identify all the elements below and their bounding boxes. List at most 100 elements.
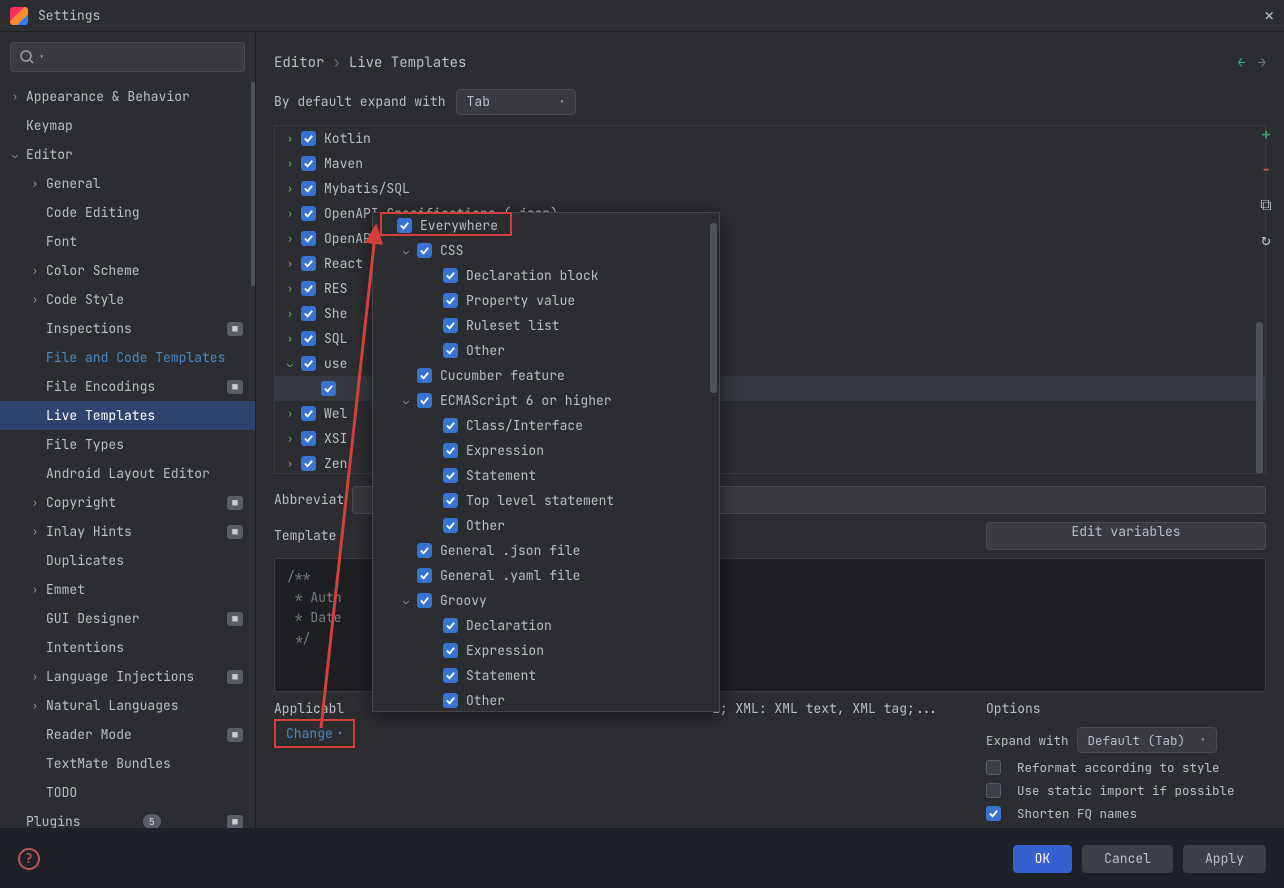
context-item[interactable]: Other	[373, 513, 719, 538]
sidebar-item[interactable]: Code Editing	[0, 198, 255, 227]
sidebar-item[interactable]: ›Emmet	[0, 575, 255, 604]
checkbox[interactable]	[417, 368, 432, 383]
checkbox[interactable]	[443, 493, 458, 508]
static-import-checkbox[interactable]	[986, 783, 1001, 798]
checkbox[interactable]	[417, 593, 432, 608]
sidebar-item[interactable]: ›Natural Languages	[0, 691, 255, 720]
context-item[interactable]: General .json file	[373, 538, 719, 563]
checkbox[interactable]	[443, 443, 458, 458]
add-icon[interactable]: +	[1261, 124, 1271, 145]
sidebar-item[interactable]: ›Copyright■	[0, 488, 255, 517]
sidebar-item[interactable]: ›Color Scheme	[0, 256, 255, 285]
checkbox[interactable]	[301, 331, 316, 346]
checkbox[interactable]	[301, 406, 316, 421]
sidebar-item[interactable]: GUI Designer■	[0, 604, 255, 633]
checkbox[interactable]	[301, 131, 316, 146]
settings-tree[interactable]: ›Appearance & BehaviorKeymap⌄Editor›Gene…	[0, 82, 255, 828]
nav-back-icon[interactable]: ←	[1237, 54, 1245, 72]
context-item[interactable]: Cucumber feature	[373, 363, 719, 388]
checkbox[interactable]	[301, 356, 316, 371]
help-icon[interactable]: ?	[18, 848, 40, 870]
remove-icon[interactable]: −	[1261, 159, 1271, 180]
sidebar-item[interactable]: Reader Mode■	[0, 720, 255, 749]
cancel-button[interactable]: Cancel	[1082, 845, 1173, 873]
sidebar-item[interactable]: Keymap	[0, 111, 255, 140]
checkbox[interactable]	[301, 181, 316, 196]
reformat-checkbox[interactable]	[986, 760, 1001, 775]
sidebar-item[interactable]: Inspections■	[0, 314, 255, 343]
checkbox[interactable]	[417, 243, 432, 258]
checkbox[interactable]	[443, 693, 458, 708]
context-item[interactable]: Expression	[373, 638, 719, 663]
context-item[interactable]: Everywhere	[373, 213, 719, 238]
checkbox[interactable]	[443, 668, 458, 683]
apply-button[interactable]: Apply	[1183, 845, 1266, 873]
sidebar-item[interactable]: File Encodings■	[0, 372, 255, 401]
context-item[interactable]: Statement	[373, 663, 719, 688]
checkbox[interactable]	[443, 268, 458, 283]
context-item[interactable]: ⌄ECMAScript 6 or higher	[373, 388, 719, 413]
checkbox[interactable]	[301, 256, 316, 271]
sidebar-item[interactable]: ›Language Injections■	[0, 662, 255, 691]
sidebar-item[interactable]: TextMate Bundles	[0, 749, 255, 778]
checkbox[interactable]	[443, 518, 458, 533]
scrollbar[interactable]	[710, 223, 717, 393]
checkbox[interactable]	[417, 393, 432, 408]
edit-variables-button[interactable]: Edit variables	[986, 522, 1266, 550]
checkbox[interactable]	[443, 293, 458, 308]
sidebar-item[interactable]: ›Appearance & Behavior	[0, 82, 255, 111]
sidebar-item[interactable]: Font	[0, 227, 255, 256]
close-icon[interactable]: ✕	[1264, 5, 1274, 26]
checkbox[interactable]	[417, 568, 432, 583]
checkbox[interactable]	[443, 643, 458, 658]
sidebar-item[interactable]: Duplicates	[0, 546, 255, 575]
context-item[interactable]: Class/Interface	[373, 413, 719, 438]
context-item[interactable]: Top level statement	[373, 488, 719, 513]
context-item[interactable]: Other	[373, 688, 719, 712]
checkbox[interactable]	[301, 431, 316, 446]
checkbox[interactable]	[443, 618, 458, 633]
ok-button[interactable]: OK	[1013, 845, 1073, 873]
sidebar-item[interactable]: Plugins5■	[0, 807, 255, 828]
sidebar-item[interactable]: ›General	[0, 169, 255, 198]
copy-icon[interactable]: ⧉	[1260, 194, 1271, 215]
checkbox[interactable]	[301, 456, 316, 471]
checkbox[interactable]	[301, 231, 316, 246]
checkbox[interactable]	[443, 468, 458, 483]
context-item[interactable]: Ruleset list	[373, 313, 719, 338]
sidebar-item[interactable]: File and Code Templates	[0, 343, 255, 372]
checkbox[interactable]	[301, 206, 316, 221]
expand-default-select[interactable]: Tab ▾	[456, 89, 576, 115]
checkbox[interactable]	[301, 306, 316, 321]
checkbox[interactable]	[397, 218, 412, 233]
context-item[interactable]: ⌄CSS	[373, 238, 719, 263]
scrollbar[interactable]	[1256, 322, 1263, 474]
context-item[interactable]: Expression	[373, 438, 719, 463]
sidebar-item[interactable]: TODO	[0, 778, 255, 807]
sidebar-item[interactable]: Intentions	[0, 633, 255, 662]
search-input[interactable]: ▾	[10, 42, 245, 72]
context-item[interactable]: Property value	[373, 288, 719, 313]
checkbox[interactable]	[443, 343, 458, 358]
shorten-fq-checkbox[interactable]	[986, 806, 1001, 821]
context-item[interactable]: Declaration block	[373, 263, 719, 288]
sidebar-item[interactable]: Live Templates	[0, 401, 255, 430]
checkbox[interactable]	[443, 418, 458, 433]
template-item[interactable]: ›Maven	[275, 151, 1265, 176]
checkbox[interactable]	[321, 381, 336, 396]
context-item[interactable]: Declaration	[373, 613, 719, 638]
breadcrumb-root[interactable]: Editor	[274, 54, 324, 72]
context-item[interactable]: ⌄Groovy	[373, 588, 719, 613]
context-item[interactable]: General .yaml file	[373, 563, 719, 588]
context-item[interactable]: Statement	[373, 463, 719, 488]
template-item[interactable]: ›Mybatis/SQL	[275, 176, 1265, 201]
sidebar-item[interactable]: Android Layout Editor	[0, 459, 255, 488]
expand-with-select[interactable]: Default (Tab) ▾	[1077, 727, 1217, 753]
change-context-button[interactable]: Change ▾	[274, 719, 355, 748]
sidebar-item[interactable]: File Types	[0, 430, 255, 459]
scrollbar[interactable]	[251, 82, 255, 286]
checkbox[interactable]	[301, 281, 316, 296]
sidebar-item[interactable]: ⌄Editor	[0, 140, 255, 169]
checkbox[interactable]	[301, 156, 316, 171]
sidebar-item[interactable]: ›Inlay Hints■	[0, 517, 255, 546]
